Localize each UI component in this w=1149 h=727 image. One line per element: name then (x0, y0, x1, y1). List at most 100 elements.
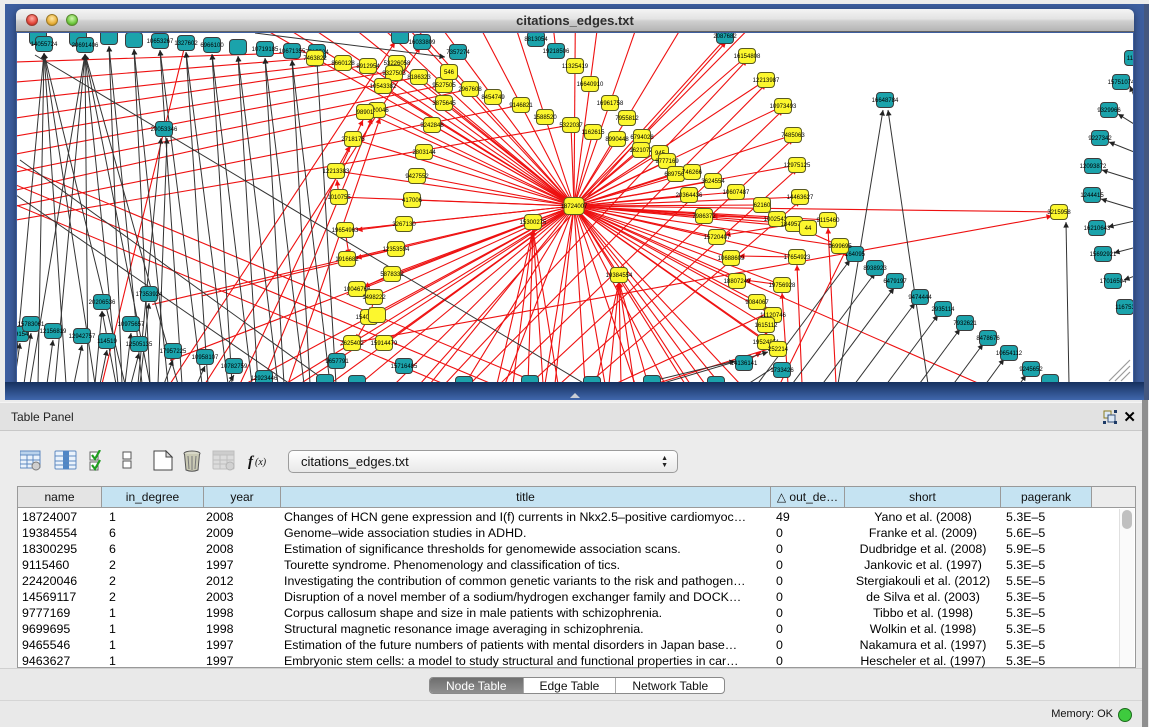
svg-text:10719185: 10719185 (252, 47, 279, 53)
svg-text:7485063: 7485063 (781, 133, 805, 139)
svg-text:7986372: 7986372 (692, 214, 716, 220)
svg-text:9329966: 9329966 (1097, 108, 1121, 114)
svg-text:546: 546 (444, 70, 455, 76)
svg-text:15720407: 15720407 (704, 235, 731, 241)
svg-text:f: f (248, 454, 255, 470)
svg-text:12975125: 12975125 (784, 163, 811, 169)
svg-text:9146821: 9146821 (509, 103, 533, 109)
svg-text:114519: 114519 (97, 339, 117, 345)
svg-text:1916682: 1916682 (335, 257, 359, 263)
svg-text:6966100: 6966100 (200, 43, 224, 49)
svg-text:17016504: 17016504 (1100, 279, 1127, 285)
svg-text:10958107: 10958107 (192, 355, 219, 361)
svg-text:10654112: 10654112 (996, 351, 1023, 357)
svg-text:8990448: 8990448 (605, 137, 629, 143)
svg-text:11325419: 11325419 (562, 64, 589, 70)
svg-text:252214: 252214 (768, 347, 789, 353)
svg-text:10782759: 10782759 (221, 364, 248, 370)
svg-text:1010755: 1010755 (327, 195, 351, 201)
svg-text:10975657: 10975657 (118, 322, 145, 328)
svg-text:8186323: 8186323 (407, 75, 431, 81)
svg-text:16961758: 16961758 (597, 101, 624, 107)
svg-text:20206536: 20206536 (89, 300, 116, 306)
svg-text:62160: 62160 (754, 203, 771, 209)
svg-text:9427552: 9427552 (405, 174, 429, 180)
svg-text:9084067: 9084067 (745, 300, 769, 306)
svg-text:7955812: 7955812 (615, 116, 639, 122)
svg-text:12505135: 12505135 (126, 342, 153, 348)
svg-text:14136141: 14136141 (731, 361, 758, 367)
svg-text:3267130: 3267130 (392, 222, 416, 228)
svg-text:15783061: 15783061 (18, 322, 45, 328)
svg-text:2803144: 2803144 (412, 150, 436, 156)
svg-text:1244415: 1244415 (1080, 193, 1104, 199)
svg-text:7357274: 7357274 (446, 50, 470, 56)
svg-text:16640910: 16640910 (577, 82, 604, 88)
svg-text:18724007: 18724007 (561, 204, 588, 210)
svg-text:9527505: 9527505 (432, 83, 456, 89)
svg-text:8660128: 8660128 (331, 61, 355, 67)
svg-text:9242848: 9242848 (420, 123, 444, 129)
svg-text:417006: 417006 (402, 198, 423, 204)
svg-text:16210643: 16210643 (1084, 226, 1111, 232)
svg-text:12093872: 12093872 (1080, 164, 1107, 170)
svg-text:1327602: 1327602 (174, 41, 198, 47)
svg-text:16648784: 16648784 (872, 98, 899, 104)
svg-text:17353924: 17353924 (136, 292, 163, 298)
svg-text:3624554: 3624554 (701, 179, 725, 185)
svg-text:8938923: 8938923 (863, 266, 887, 272)
svg-text:17957225: 17957225 (160, 349, 187, 355)
svg-text:44: 44 (805, 226, 812, 232)
svg-text:746266: 746266 (682, 170, 703, 176)
svg-text:8478676: 8478676 (976, 336, 1000, 342)
svg-text:12353594: 12353594 (383, 247, 410, 253)
svg-text:20053346: 20053346 (151, 127, 178, 133)
svg-text:9327503: 9327503 (382, 71, 406, 77)
svg-text:10973493: 10973493 (770, 104, 797, 110)
svg-text:14463627: 14463627 (787, 195, 814, 201)
svg-text:1162615: 1162615 (582, 130, 606, 136)
svg-text:2718176: 2718176 (341, 137, 365, 143)
svg-text:9777169: 9777169 (655, 159, 679, 165)
svg-text:19218506: 19218506 (543, 49, 570, 55)
svg-text:1498222: 1498222 (362, 295, 386, 301)
svg-text:2087682: 2087682 (713, 34, 737, 40)
svg-text:12942757: 12942757 (69, 334, 96, 340)
svg-text:18807249: 18807249 (724, 279, 751, 285)
svg-text:16154808: 16154808 (734, 54, 761, 60)
svg-text:19756928: 19756928 (769, 283, 796, 289)
svg-text:20691406: 20691406 (72, 43, 99, 49)
svg-text:9699695: 9699695 (828, 244, 852, 250)
svg-text:19384554: 19384554 (606, 273, 633, 279)
svg-text:12156819: 12156819 (40, 329, 67, 335)
svg-text:3875645: 3875645 (432, 101, 456, 107)
svg-text:10671355: 10671355 (279, 49, 306, 55)
svg-text:3215958: 3215958 (1047, 210, 1071, 216)
svg-text:12923446: 12923446 (251, 376, 278, 382)
svg-text:15692921: 15692921 (1090, 252, 1117, 258)
svg-text:7463822: 7463822 (303, 56, 327, 62)
svg-text:8912954: 8912954 (356, 64, 380, 70)
svg-text:1112: 1112 (1127, 56, 1133, 62)
svg-text:10543382: 10543382 (370, 84, 397, 90)
svg-text:15716485: 15716485 (391, 364, 418, 370)
svg-text:(x): (x) (255, 457, 267, 468)
svg-text:5322037: 5322037 (559, 123, 583, 129)
svg-text:7625402: 7625402 (340, 341, 364, 347)
svg-text:10607487: 10607487 (723, 190, 750, 196)
svg-text:9115460: 9115460 (817, 218, 841, 224)
svg-text:116753: 116753 (1115, 305, 1133, 311)
svg-text:2967608: 2967608 (458, 87, 482, 93)
svg-text:1615112: 1615112 (755, 323, 779, 329)
svg-text:12213383: 12213383 (323, 169, 350, 175)
svg-text:8813054: 8813054 (524, 37, 548, 43)
svg-text:10688609: 10688609 (718, 256, 745, 262)
svg-text:10653267: 10653267 (147, 39, 174, 45)
svg-text:1588520: 1588520 (533, 115, 557, 121)
svg-text:1733426: 1733426 (770, 368, 794, 374)
svg-text:39154: 39154 (17, 332, 29, 338)
svg-text:15300275: 15300275 (520, 220, 547, 226)
svg-text:15914479: 15914479 (371, 341, 398, 347)
svg-text:5878332: 5878332 (380, 272, 404, 278)
svg-text:19654963: 19654963 (332, 228, 359, 234)
